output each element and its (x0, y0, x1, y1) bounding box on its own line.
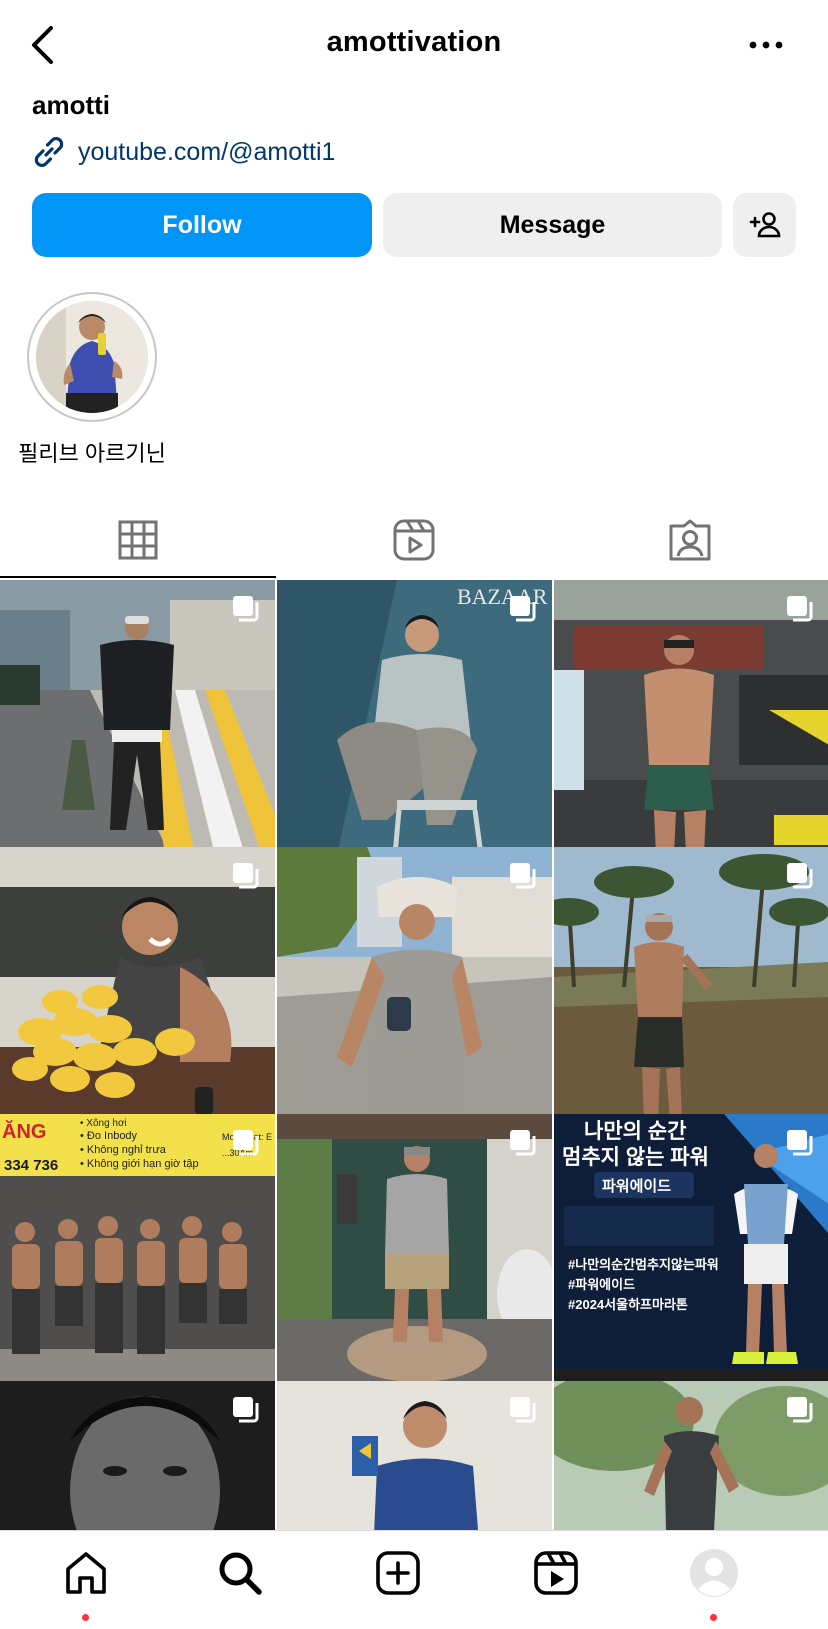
carousel-icon (787, 1397, 813, 1423)
carousel-icon (787, 863, 813, 889)
post-thumbnail[interactable]: ĂNG 334 736 • Xông hơi • Đo Inbody • Khô… (0, 1114, 275, 1389)
post-thumbnail[interactable] (277, 847, 552, 1122)
post-thumbnail[interactable] (0, 847, 275, 1122)
nav-search[interactable] (205, 1543, 275, 1603)
nav-create[interactable] (363, 1543, 433, 1603)
plus-square-icon (376, 1551, 420, 1595)
grid-icon (118, 520, 158, 560)
tab-tagged[interactable] (552, 502, 828, 578)
post-hashtag-text: #파워에이드 (568, 1277, 635, 1292)
banner-text: ĂNG (2, 1120, 46, 1143)
carousel-icon (510, 1397, 536, 1423)
posts-grid: BAZAAR ĂNG 334 736 • Xông hơi • Đo Inbod… (0, 580, 828, 1530)
post-thumbnail[interactable]: BAZAAR (277, 580, 552, 855)
post-thumbnail[interactable] (554, 1381, 828, 1530)
post-thumbnail[interactable] (0, 1381, 275, 1530)
nav-profile[interactable] (679, 1543, 749, 1603)
post-hashtag-text: #나만의순간멈추지않는파워 (568, 1257, 719, 1272)
reels-icon (534, 1551, 578, 1595)
post-thumbnail[interactable] (277, 1381, 552, 1530)
notification-dot (82, 1614, 89, 1621)
more-horizontal-icon (749, 41, 783, 49)
carousel-icon (233, 596, 259, 622)
profile-avatar-icon (690, 1549, 738, 1597)
tab-reels[interactable] (276, 502, 552, 578)
suggest-user-button[interactable] (733, 193, 796, 257)
post-hashtag-text: #2024서울하프마라톤 (568, 1297, 688, 1312)
post-thumbnail[interactable]: 나만의 순간 멈추지 않는 파워 파워에이드 #나만의순간멈추지않는파워 #파워… (554, 1114, 828, 1389)
profile-link[interactable]: youtube.com/@amotti1 (32, 132, 335, 172)
message-button[interactable]: Message (383, 193, 722, 257)
profile-tabs (0, 502, 828, 578)
post-headline-text: 멈추지 않는 파워 (562, 1146, 709, 1169)
banner-text: 334 736 (4, 1157, 58, 1174)
link-icon (34, 137, 64, 167)
highlight-ring (27, 292, 157, 422)
profile-display-name: amotti (32, 90, 110, 120)
search-icon (219, 1552, 262, 1595)
highlight-cover-image (36, 301, 148, 413)
post-thumbnail[interactable] (554, 847, 828, 1122)
carousel-icon (233, 863, 259, 889)
reels-icon (393, 519, 435, 561)
more-options-button[interactable] (744, 30, 788, 60)
add-person-icon (749, 212, 780, 238)
nav-reels[interactable] (521, 1543, 591, 1603)
banner-text: • Xông hơi (80, 1118, 127, 1129)
tagged-icon (669, 519, 711, 561)
carousel-icon (233, 1130, 259, 1156)
profile-link-text[interactable]: youtube.com/@amotti1 (78, 138, 335, 167)
carousel-icon (510, 1130, 536, 1156)
carousel-icon (787, 1130, 813, 1156)
active-tab-indicator (0, 576, 276, 578)
highlight-label: 필리브 아르기닌 (18, 441, 166, 466)
tab-posts[interactable] (0, 502, 276, 578)
post-thumbnail[interactable] (0, 580, 275, 855)
banner-text: • Không nghỉ trưa (80, 1144, 167, 1156)
top-bar: amottivation (0, 0, 828, 90)
post-thumbnail[interactable] (554, 580, 828, 855)
bottom-navigation (0, 1530, 828, 1629)
banner-text: • Không giới hạn giờ tập (80, 1158, 199, 1170)
story-highlight[interactable]: 필리브 아르기닌 (12, 292, 172, 468)
post-thumbnail[interactable] (277, 1114, 552, 1389)
notification-dot (710, 1614, 717, 1621)
banner-text: • Đo Inbody (80, 1130, 138, 1142)
carousel-icon (510, 863, 536, 889)
post-brand-text: 파워에이드 (602, 1178, 671, 1195)
page-title: amottivation (326, 26, 502, 58)
post-headline-text: 나만의 순간 (584, 1120, 686, 1143)
carousel-icon (233, 1397, 259, 1423)
nav-home[interactable] (51, 1543, 121, 1603)
carousel-icon (787, 596, 813, 622)
carousel-icon (510, 596, 536, 622)
home-icon (66, 1552, 106, 1594)
follow-button[interactable]: Follow (32, 193, 372, 257)
